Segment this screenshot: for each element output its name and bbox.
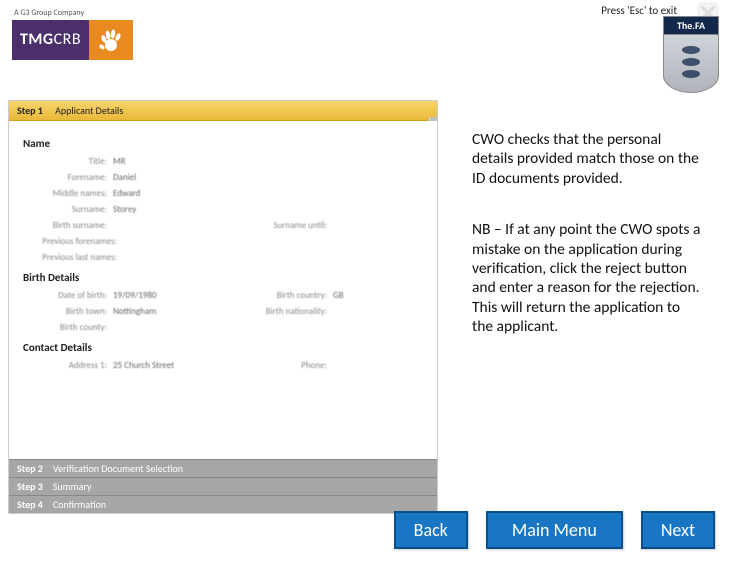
form-body: Name Title:MR Forename:Daniel Middle nam… <box>9 121 437 459</box>
surname-label: Surname: <box>23 204 113 215</box>
instruction-p1: CWO checks that the personal details pro… <box>472 130 704 188</box>
step3-bar[interactable]: Step 3Summary <box>9 477 437 495</box>
nav-buttons: Back Main Menu Next <box>394 511 715 549</box>
address-value: 25 Church Street <box>113 360 174 371</box>
section-name: Name <box>23 137 423 150</box>
birthtown-label: Birth town: <box>23 306 113 317</box>
next-button[interactable]: Next <box>641 511 715 549</box>
tmg-logo-text: TMGCRB <box>12 20 89 60</box>
form-panel: Step 1 Applicant Details Name Title:MR F… <box>8 100 438 514</box>
prevlast-label: Previous last names: <box>23 252 123 263</box>
instruction-p2: NB – If at any point the CWO spots a mis… <box>472 220 704 336</box>
side-text: CWO checks that the personal details pro… <box>438 100 728 514</box>
forename-label: Forename: <box>23 172 113 183</box>
section-birth: Birth Details <box>23 271 423 284</box>
phone-label: Phone: <box>223 360 333 371</box>
fa-shield-icon <box>663 35 719 93</box>
forename-value: Daniel <box>113 172 136 183</box>
step4-bar[interactable]: Step 4Confirmation <box>9 495 437 513</box>
logo-left: A G3 Group Company TMGCRB <box>12 8 133 60</box>
middle-label: Middle names: <box>23 188 113 199</box>
fa-badge: The.FA <box>663 16 719 93</box>
dob-label: Date of birth: <box>23 290 113 301</box>
birthcountry-value: GB <box>333 290 344 301</box>
company-tagline: A G3 Group Company <box>14 8 133 18</box>
middle-value: Edward <box>113 188 140 199</box>
step1-num: Step 1 <box>17 104 43 117</box>
main-menu-button[interactable]: Main Menu <box>486 511 623 549</box>
step2-bar[interactable]: Step 2Verification Document Selection <box>9 459 437 477</box>
content-row: Step 1 Applicant Details Name Title:MR F… <box>0 100 737 514</box>
header: A G3 Group Company TMGCRB Press 'Esc' to… <box>0 0 737 100</box>
section-contact: Contact Details <box>23 341 423 354</box>
surnameuntil-label: Surname until: <box>223 220 333 231</box>
fa-label: The.FA <box>663 16 719 35</box>
birthcountry-label: Birth country: <box>223 290 333 301</box>
step1-title: Applicant Details <box>55 104 123 117</box>
step1-bar[interactable]: Step 1 Applicant Details <box>9 101 437 121</box>
title-value: MR <box>113 156 126 167</box>
prevfore-label: Previous forenames: <box>23 236 123 247</box>
birthnat-label: Birth nationality: <box>223 306 333 317</box>
back-button[interactable]: Back <box>394 511 468 549</box>
title-label: Title: <box>23 156 113 167</box>
address-label: Address 1: <box>23 360 113 371</box>
logo-box-group: TMGCRB <box>12 20 133 60</box>
birthcounty-label: Birth county: <box>23 322 113 333</box>
surname-value: Storey <box>113 204 136 215</box>
birthsur-label: Birth surname: <box>23 220 113 231</box>
dob-value: 19/09/1980 <box>113 290 156 301</box>
birthtown-value: Nottingham <box>113 306 156 317</box>
hand-icon <box>89 20 133 60</box>
